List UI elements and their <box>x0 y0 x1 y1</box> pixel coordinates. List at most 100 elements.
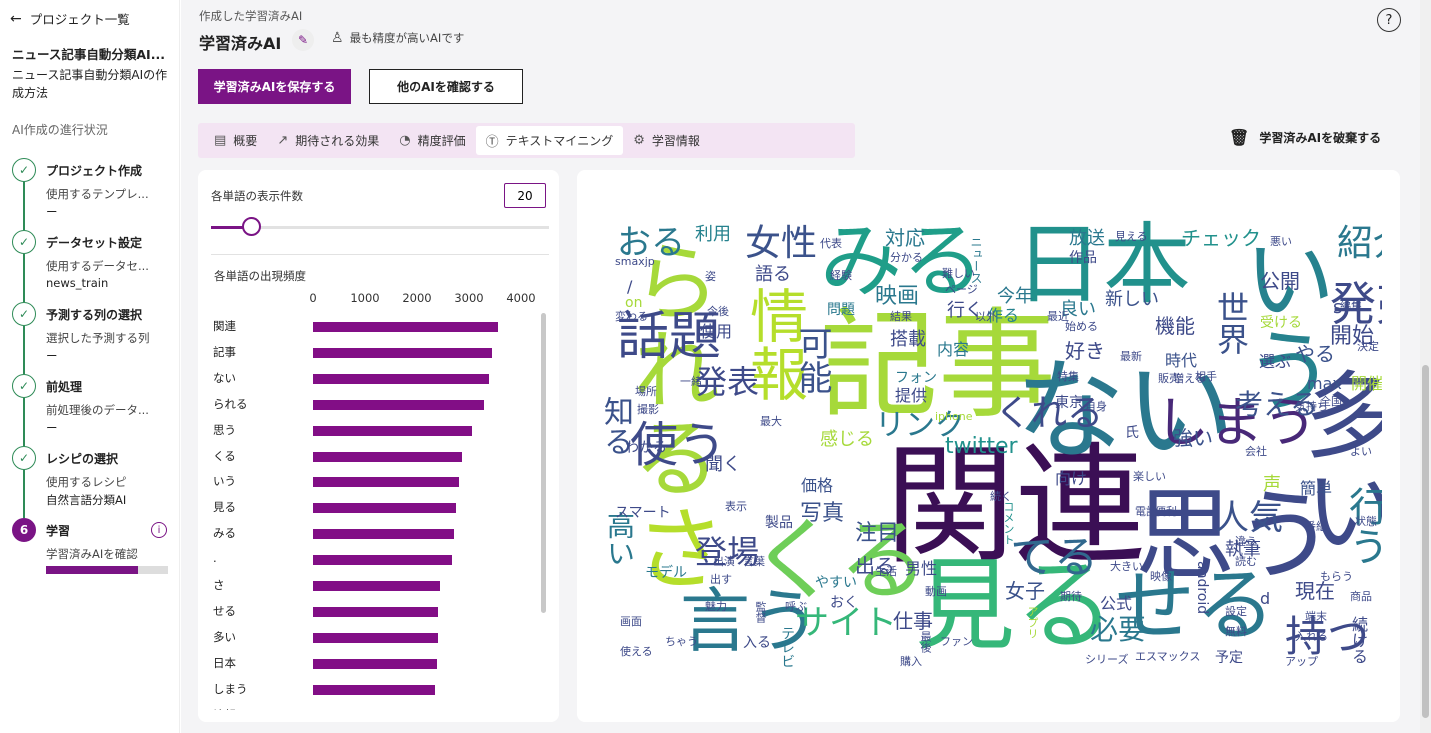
page-scrollbar-thumb[interactable] <box>1422 365 1429 718</box>
frequency-row: しまう <box>198 676 538 702</box>
cloud-word: 映画 <box>875 284 920 309</box>
word-label: 日本 <box>213 655 236 670</box>
tab-text-mining[interactable]: Ⓣ テキストマイニング <box>475 126 624 155</box>
cloud-word: 結果 <box>890 310 912 323</box>
word-label: ない <box>213 370 236 385</box>
word-count-label: 各単語の表示件数 <box>211 189 303 203</box>
cloud-word: 好き <box>1065 339 1105 363</box>
word-label: せる <box>213 603 236 618</box>
cloud-word: / <box>627 277 633 296</box>
cloud-word: 経験 <box>830 269 852 282</box>
cloud-word: モデル <box>645 565 687 581</box>
word-label: 関連 <box>213 319 236 333</box>
frequency-row: 関連 <box>198 313 538 339</box>
tab-accuracy[interactable]: ◔ 精度評価 <box>389 126 475 155</box>
step-subtitle: 前処理後のデータ... <box>46 403 149 417</box>
cloud-word: 声 <box>1263 474 1281 495</box>
cloud-word: 読む <box>1235 555 1257 568</box>
tab-label: 精度評価 <box>417 134 466 148</box>
cloud-word: 最新 <box>1120 350 1142 363</box>
word-frequency-panel: 各単語の表示件数 各単語の出現頻度 0 1000 2000 3000 4000 関連記事… <box>198 170 559 722</box>
cloud-word: 聞く <box>705 454 741 475</box>
x-tick-label: 4000 <box>506 291 536 305</box>
frequency-row: 思う <box>198 417 538 443</box>
cloud-word: 東京 <box>1055 395 1083 411</box>
frequency-bar-list: 関連記事ないられる思うくるいう見るみる. させる多い日本しまう情報 <box>198 313 538 710</box>
cloud-word: てる <box>1010 532 1098 583</box>
word-label: 情報 <box>213 707 236 711</box>
cloud-word: 氏 <box>1125 425 1139 441</box>
x-tick-label: 3000 <box>454 291 484 305</box>
arrow-left-icon: ← <box>10 10 22 27</box>
tab-training-info[interactable]: ⚙ 学習情報 <box>623 126 710 155</box>
training-progress-fill <box>46 566 138 574</box>
chart-scrollbar[interactable] <box>541 313 546 613</box>
word-label: 見る <box>213 500 236 515</box>
cloud-word: 動画 <box>925 585 947 598</box>
cloud-word: テレビ <box>779 626 795 668</box>
frequency-row: られる <box>198 391 538 417</box>
tab-overview[interactable]: ▤ 概要 <box>204 126 267 155</box>
word-count-input[interactable] <box>504 183 546 208</box>
frequency-row: 記事 <box>198 339 538 365</box>
back-to-project-list-link[interactable]: ← プロジェクト一覧 <box>10 9 130 28</box>
cloud-word: コメント <box>1002 501 1015 545</box>
cloud-word: もらう <box>1320 570 1353 583</box>
frequency-bar <box>313 581 440 591</box>
cloud-word: 購入 <box>900 655 922 668</box>
cloud-word: ページ <box>945 283 978 296</box>
cloud-word: 表示 <box>725 500 747 513</box>
check-icon: ✓ <box>12 230 36 254</box>
cloud-word: 便利 <box>1155 505 1177 518</box>
frequency-row: さ <box>198 572 538 598</box>
cloud-word: 出演 <box>713 555 735 568</box>
cloud-word: 言葉 <box>743 555 765 568</box>
frequency-row: 日本 <box>198 650 538 676</box>
tab-label: 学習情報 <box>651 134 700 148</box>
frequency-row: 情報 <box>198 702 538 711</box>
discard-model-button[interactable]: 🗑 学習済みAIを破棄する <box>1229 128 1381 147</box>
pencil-icon[interactable]: ✎ <box>292 29 314 51</box>
cloud-word: 対応 <box>885 226 925 250</box>
cloud-word: 魅力 <box>705 600 727 613</box>
award-icon: ♙ <box>331 30 344 46</box>
word-count-slider-thumb[interactable] <box>242 217 262 236</box>
word-count-slider-track[interactable] <box>211 226 549 229</box>
cloud-word: smaxjp <box>615 255 655 268</box>
frequency-bar <box>313 555 453 566</box>
cloud-word: 必要 <box>1090 613 1147 646</box>
cloud-word: 可能 <box>792 326 832 394</box>
cloud-word: ちゃう <box>665 635 698 648</box>
frequency-bar <box>313 322 498 332</box>
x-tick-label: 1000 <box>350 291 380 305</box>
cloud-word: 続ける <box>1349 616 1368 664</box>
cloud-word: 番組 <box>1305 520 1327 533</box>
info-icon[interactable]: i <box>151 522 167 538</box>
cloud-word: 特集 <box>1057 370 1079 383</box>
cloud-word: 放送 <box>1069 228 1105 249</box>
cloud-word: android <box>1194 561 1210 615</box>
cloud-word: 注目 <box>855 521 900 546</box>
cloud-word: iphone <box>935 410 973 423</box>
tab-expected-effects[interactable]: ↗ 期待される効果 <box>267 126 389 155</box>
best-accuracy-badge: ♙ 最も精度が高いAIです <box>331 30 464 46</box>
back-label: プロジェクト一覧 <box>29 12 130 27</box>
page-scrollbar[interactable] <box>1420 0 1431 733</box>
training-progress-bar <box>46 566 168 574</box>
save-model-button[interactable]: 学習済みAIを保存する <box>198 69 351 104</box>
check-icon: ✓ <box>12 158 36 182</box>
tab-label: 期待される効果 <box>295 134 380 148</box>
step-value: news_train <box>46 276 109 290</box>
cloud-word: 状態 <box>1355 515 1377 528</box>
cloud-word: 入れる <box>1295 630 1328 643</box>
frequency-row: ない <box>198 365 538 391</box>
view-other-ai-button[interactable]: 他のAIを確認する <box>369 69 523 104</box>
frequency-bar <box>313 503 456 514</box>
step-title: プロジェクト作成 <box>46 164 143 178</box>
cloud-word: 生活 <box>875 565 897 578</box>
page-title: 学習済みAI <box>199 34 282 53</box>
help-icon[interactable]: ? <box>1377 8 1401 32</box>
cloud-word: 違う <box>1235 535 1257 548</box>
step-connector <box>23 470 25 518</box>
check-icon: ✓ <box>12 302 36 326</box>
